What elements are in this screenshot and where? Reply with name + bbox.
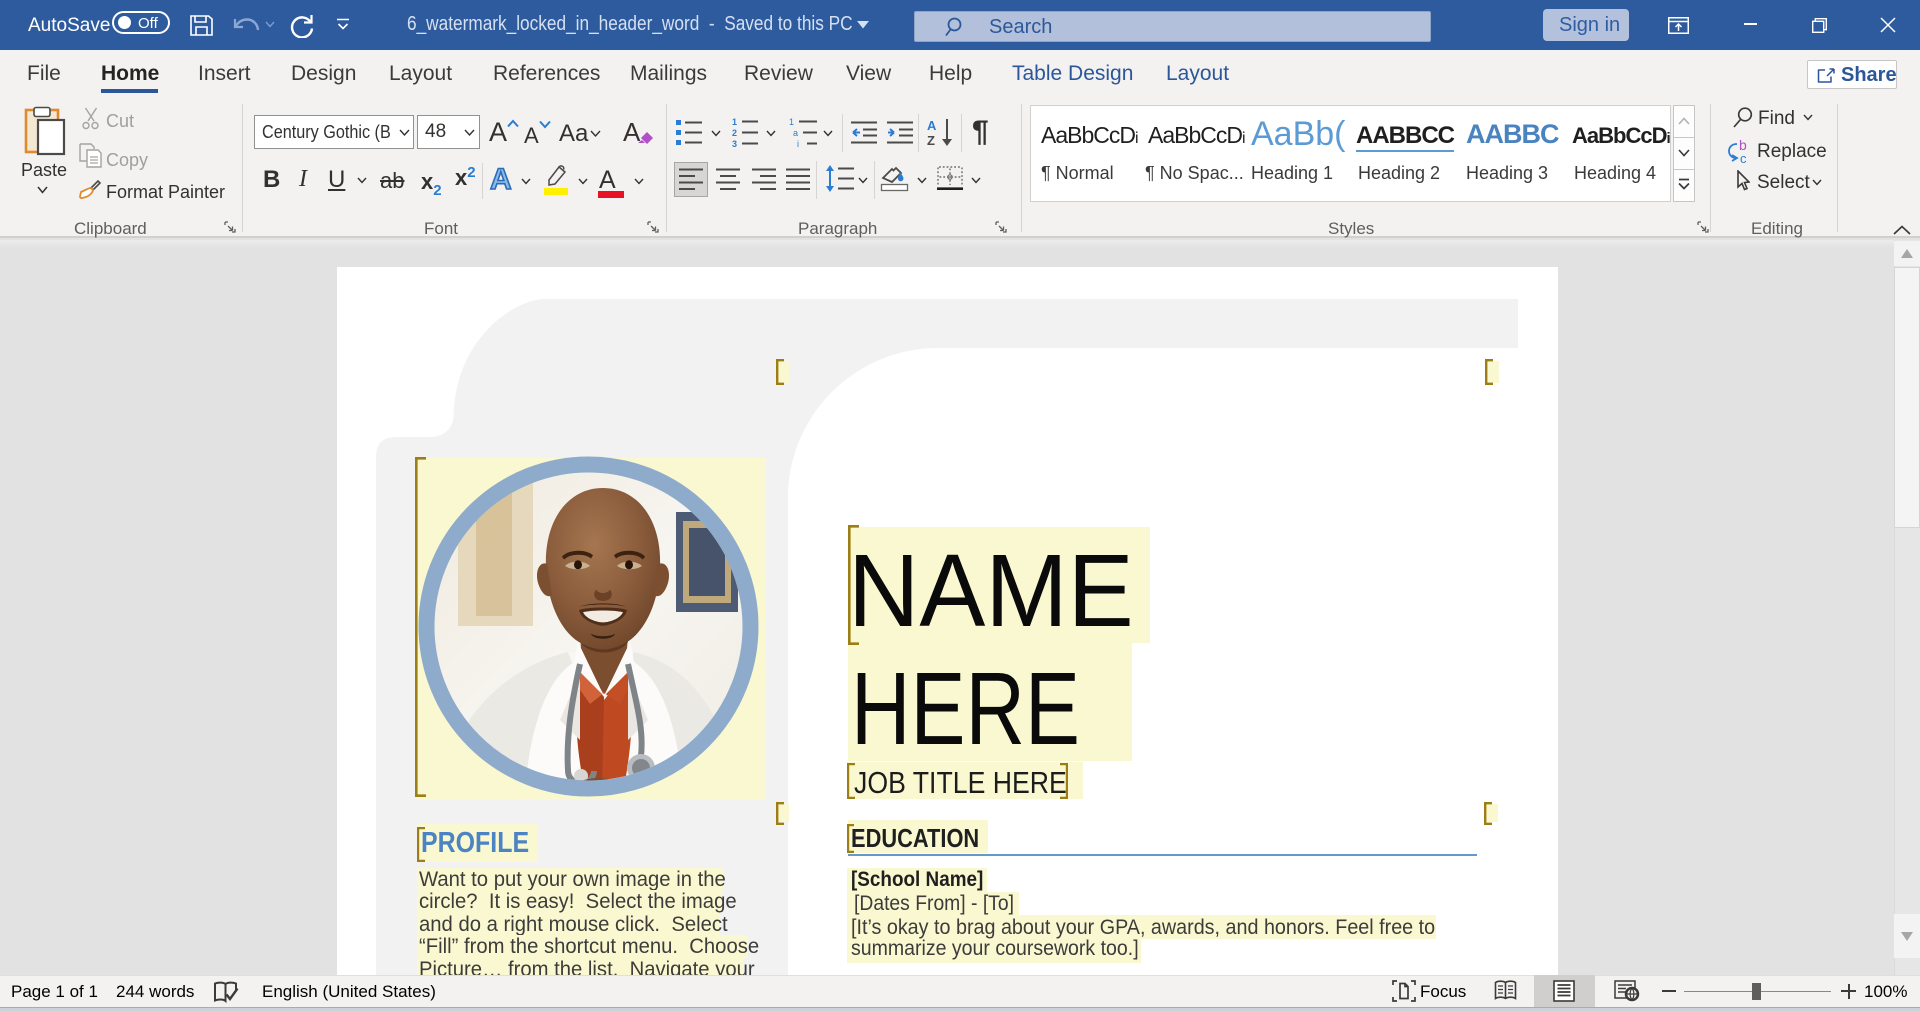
svg-text:a: a: [793, 128, 798, 138]
svg-text:i: i: [797, 139, 799, 147]
svg-text:c: c: [1740, 151, 1747, 164]
svg-text:2: 2: [732, 128, 737, 138]
svg-text:3: 3: [732, 139, 737, 147]
svg-text:1: 1: [789, 117, 794, 127]
svg-text:1: 1: [732, 117, 737, 127]
svg-text:Z: Z: [927, 133, 935, 147]
svg-text:A: A: [927, 118, 937, 133]
